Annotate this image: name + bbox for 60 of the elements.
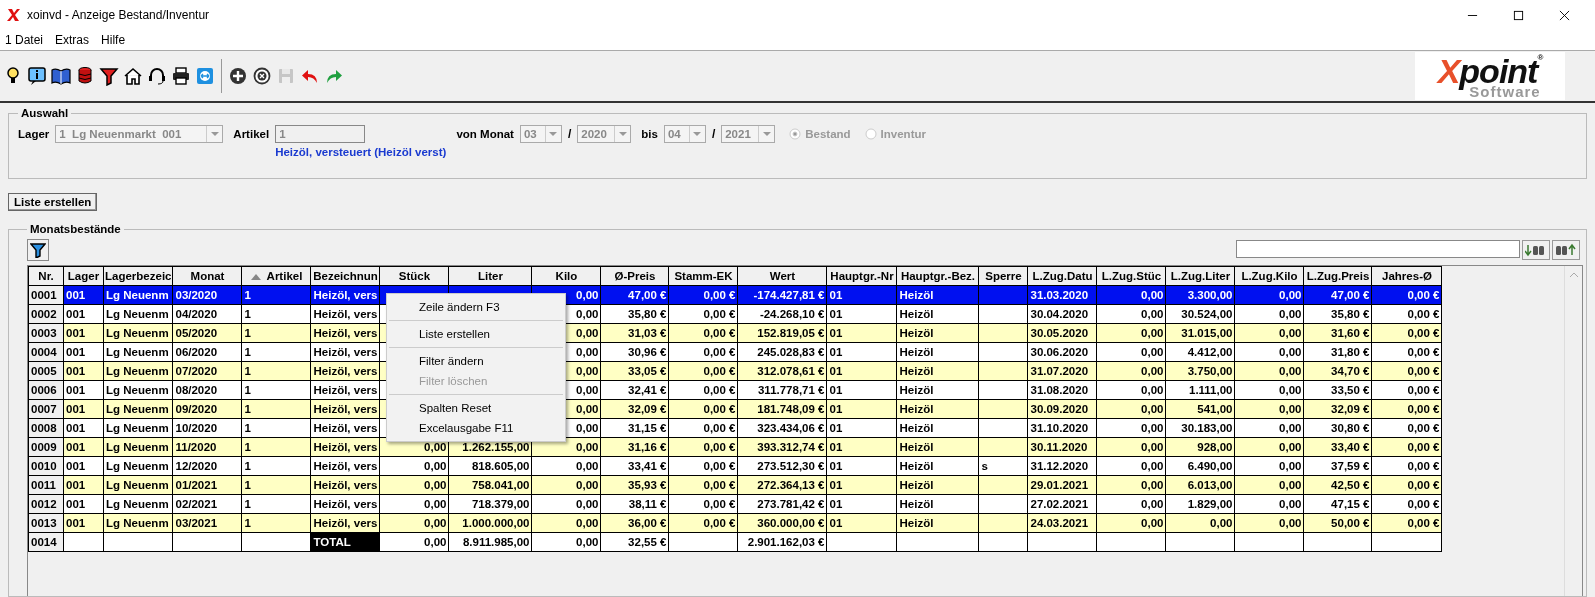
window-title: xoinvd - Anzeige Bestand/Inventur bbox=[27, 8, 210, 22]
app-logo-icon bbox=[7, 8, 21, 22]
column-header[interactable]: Jahres-Ø bbox=[1372, 266, 1442, 286]
column-header[interactable]: Ø-Preis bbox=[601, 266, 669, 286]
create-list-button[interactable]: Liste erstellen bbox=[8, 193, 98, 211]
field-label: bis bbox=[641, 127, 658, 142]
dropdown-arrow-icon bbox=[618, 131, 627, 137]
column-header[interactable]: Hauptgr.-Bez. bbox=[897, 266, 979, 286]
column-header[interactable]: Sperre bbox=[979, 266, 1028, 286]
radio-label: Inventur bbox=[880, 127, 926, 142]
dropdown-arrow-icon bbox=[762, 131, 771, 137]
column-header[interactable]: L.Zug.Kilo bbox=[1235, 266, 1304, 286]
column-header[interactable]: L.Zug.Stüc bbox=[1097, 266, 1166, 286]
maximize-icon[interactable] bbox=[1513, 9, 1524, 21]
field-label: von Monat bbox=[456, 127, 514, 142]
search-down-button[interactable] bbox=[1522, 239, 1550, 260]
dropdown-arrow-icon bbox=[210, 131, 219, 137]
field-label: Artikel bbox=[233, 127, 270, 142]
search-up-button[interactable] bbox=[1552, 239, 1580, 260]
search-field[interactable] bbox=[1236, 239, 1520, 258]
date-separator: / bbox=[567, 126, 572, 143]
radio-label: Bestand bbox=[805, 127, 851, 142]
home-icon[interactable] bbox=[123, 66, 143, 86]
dropdown-arrow-icon bbox=[549, 131, 558, 137]
cancel-icon[interactable] bbox=[252, 66, 272, 86]
company-logo: Xpoint$^{®}$ Software bbox=[1415, 52, 1565, 100]
close-icon[interactable] bbox=[1559, 9, 1570, 21]
field-label: Lager bbox=[18, 127, 50, 142]
add-icon[interactable] bbox=[228, 66, 248, 86]
menu-item[interactable]: 1 Datei bbox=[5, 33, 44, 47]
filter-icon[interactable] bbox=[99, 66, 119, 86]
article-description: Heizöl, versteuert (Heizöl verst) bbox=[275, 146, 447, 158]
column-header[interactable]: Wert bbox=[738, 266, 827, 286]
sort-ascending-icon bbox=[250, 273, 261, 280]
column-header[interactable]: Liter bbox=[449, 266, 532, 286]
column-header[interactable]: Stück bbox=[380, 266, 449, 286]
group-title: Auswahl bbox=[20, 107, 70, 119]
column-header[interactable]: Hauptgr.-Nr bbox=[827, 266, 897, 286]
column-header[interactable]: Lager bbox=[63, 266, 104, 286]
printer-icon[interactable] bbox=[171, 66, 191, 86]
column-header[interactable]: Bezeichnun bbox=[311, 266, 380, 286]
column-header[interactable]: Nr. bbox=[28, 266, 64, 286]
book-icon[interactable] bbox=[51, 66, 71, 86]
coin-stack-icon[interactable] bbox=[75, 66, 95, 86]
headset-icon[interactable] bbox=[147, 66, 167, 86]
menu-item[interactable]: Hilfe bbox=[101, 33, 126, 47]
group-title: Monatsbestände bbox=[29, 223, 122, 235]
date-separator: / bbox=[711, 126, 716, 143]
info-icon[interactable] bbox=[27, 66, 47, 86]
column-header[interactable]: L.Zug.Preis bbox=[1304, 266, 1372, 286]
column-header[interactable]: Monat bbox=[173, 266, 242, 286]
menu-item[interactable]: Extras bbox=[55, 33, 90, 47]
column-header[interactable]: Stamm-EK bbox=[669, 266, 738, 286]
dropdown-arrow-icon bbox=[693, 131, 702, 137]
filter-button[interactable] bbox=[27, 238, 49, 261]
column-header[interactable]: Kilo bbox=[532, 266, 601, 286]
column-header[interactable]: Artikel bbox=[242, 266, 311, 286]
column-header[interactable]: Lagerbezeic bbox=[103, 266, 173, 286]
column-header[interactable]: L.Zug.Datu bbox=[1028, 266, 1097, 286]
column-header[interactable]: L.Zug.Liter bbox=[1166, 266, 1235, 286]
